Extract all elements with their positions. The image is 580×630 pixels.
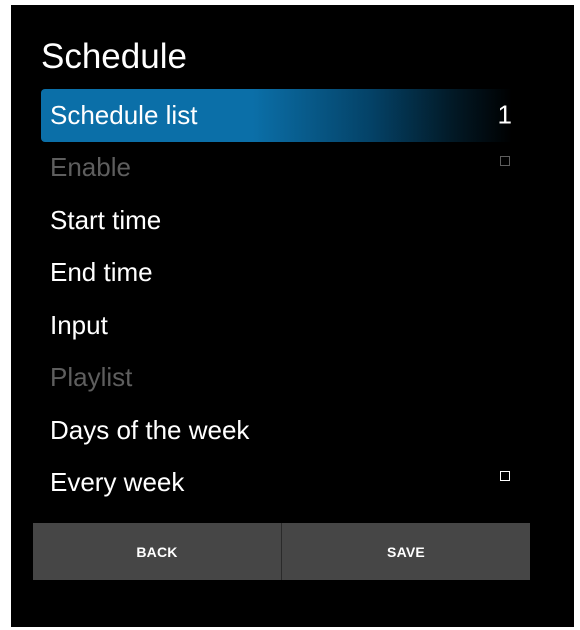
back-button[interactable]: BACK <box>33 523 281 580</box>
button-bar: BACK SAVE <box>33 523 530 580</box>
save-button[interactable]: SAVE <box>281 523 530 580</box>
enable-checkbox[interactable] <box>500 155 510 166</box>
menu-item-input[interactable]: Input <box>41 299 512 352</box>
menu-item-label: Enable <box>50 152 131 183</box>
menu-item-label: End time <box>50 257 153 288</box>
menu-item-label: Days of the week <box>50 414 250 445</box>
menu-item-start-time[interactable]: Start time <box>41 194 512 247</box>
page-title: Schedule <box>41 37 187 76</box>
menu-item-schedule-list[interactable]: Schedule list 1 <box>41 89 512 142</box>
menu-item-label: Playlist <box>50 362 133 393</box>
menu-item-label: Every week <box>50 467 185 498</box>
every-week-checkbox[interactable] <box>500 470 510 481</box>
menu-item-enable[interactable]: Enable <box>41 142 512 195</box>
menu-item-label: Start time <box>50 204 162 235</box>
menu-item-label: Input <box>50 309 108 340</box>
schedule-list-value: 1 <box>497 99 512 130</box>
menu-item-playlist[interactable]: Playlist <box>41 352 512 405</box>
menu-item-days-of-the-week[interactable]: Days of the week <box>41 404 512 457</box>
menu-item-label: Schedule list <box>50 99 198 130</box>
menu-item-end-time[interactable]: End time <box>41 247 512 300</box>
schedule-menu: Schedule list 1 Enable Start time End ti… <box>41 89 512 509</box>
schedule-screen: Schedule Schedule list 1 Enable Start ti… <box>11 5 574 627</box>
menu-item-every-week[interactable]: Every week <box>41 457 512 510</box>
